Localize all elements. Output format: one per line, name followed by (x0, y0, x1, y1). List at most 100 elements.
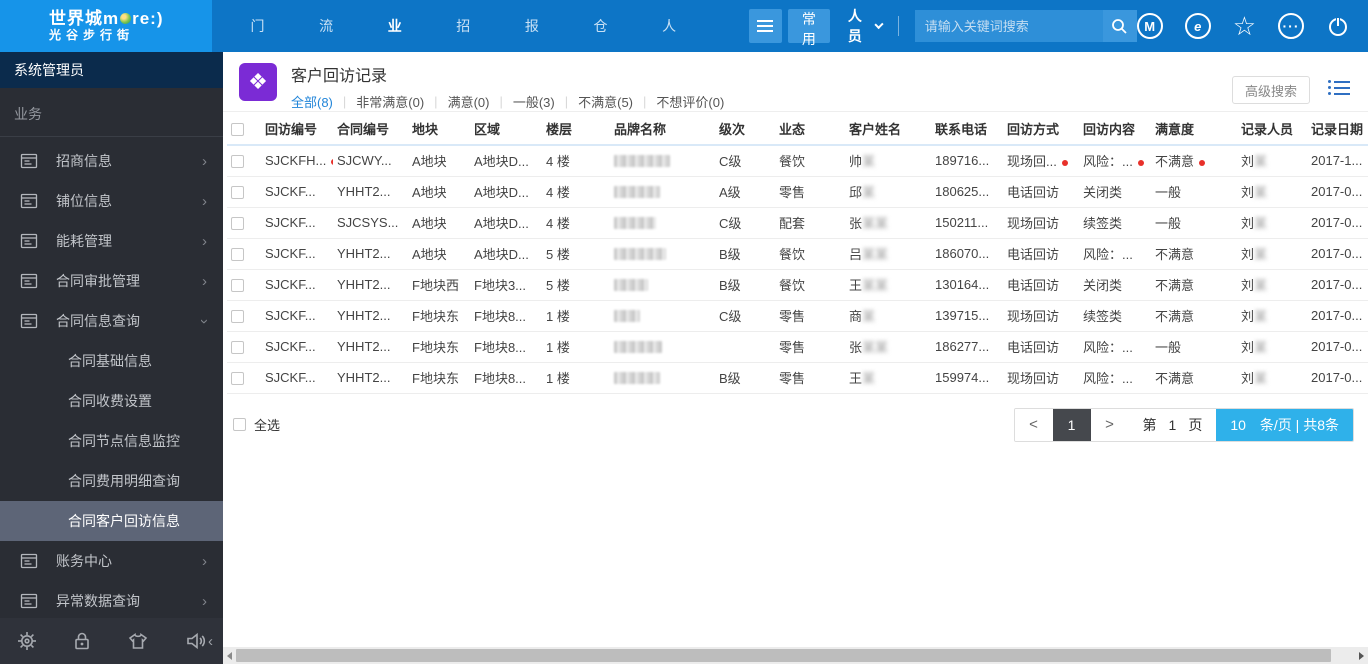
sidebar-item[interactable]: 招商信息 › (0, 141, 223, 181)
cell-customer: 张某某 (845, 207, 931, 239)
sidebar-item[interactable]: 账务中心 › (0, 541, 223, 581)
sidebar-subitem[interactable]: 合同基础信息 (0, 341, 223, 381)
filter-tab[interactable]: 全部(8) (291, 92, 333, 111)
collapse-sidebar-icon[interactable]: ‹ (208, 633, 213, 650)
cell-brand (610, 176, 715, 208)
cell-customer: 张某某 (845, 331, 931, 363)
row-checkbox[interactable] (231, 372, 244, 386)
filter-tab[interactable]: 不想评价(0) (656, 92, 724, 111)
row-checkbox[interactable] (231, 279, 244, 293)
sidebar-item[interactable]: 铺位信息 › (0, 181, 223, 221)
sound-icon[interactable] (184, 630, 208, 652)
sidebar-item-label: 账务中心 (56, 553, 112, 569)
top-menu-item[interactable]: 仓库 (572, 0, 641, 86)
document-icon (20, 313, 38, 329)
cell-phone: 189716... (931, 145, 1003, 177)
masked-text: 某 (862, 309, 876, 324)
chevron-icon: › (202, 272, 207, 290)
sidebar-item[interactable]: 合同审批管理 › (0, 261, 223, 301)
select-all-checkbox[interactable] (233, 418, 246, 431)
sidebar-item[interactable]: 合同信息查询 › (0, 301, 223, 341)
m-badge-icon[interactable]: M (1136, 13, 1163, 39)
filter-tab[interactable]: 一般(3) (513, 92, 555, 111)
sidebar-subitem[interactable]: 合同收费设置 (0, 381, 223, 421)
masked-brand-name (614, 185, 660, 198)
page-size-selector[interactable]: 10 条/页 | 共8条 (1216, 408, 1353, 441)
cell-level (715, 331, 775, 363)
filter-tab[interactable]: 满意(0) (448, 92, 490, 111)
select-all[interactable]: 全选 (233, 415, 280, 434)
masked-text: 某 (862, 371, 876, 386)
header-checkbox[interactable] (231, 122, 244, 136)
column-header: 回访编号 (261, 112, 333, 146)
search-input[interactable] (914, 10, 1103, 42)
person-dropdown[interactable]: 人员 (848, 6, 884, 46)
sidebar-item[interactable]: 能耗管理 › (0, 221, 223, 261)
favorite-star-icon[interactable]: ☆ (1233, 11, 1256, 42)
more-options-icon[interactable]: ··· (1278, 13, 1304, 39)
cell-business: 零售 (775, 300, 845, 332)
advanced-search-button[interactable]: 高级搜索 (1231, 76, 1310, 104)
cell-level: B级 (715, 362, 775, 394)
top-menu-item[interactable]: 人事 (640, 0, 709, 86)
row-checkbox[interactable] (231, 248, 244, 262)
filter-tab[interactable]: 不满意(5) (578, 92, 633, 111)
document-icon (20, 553, 38, 569)
row-checkbox[interactable] (231, 310, 244, 324)
horizontal-scrollbar[interactable] (223, 647, 1368, 664)
top-menu-item[interactable]: 业务 (366, 0, 435, 86)
sidebar-footer: ‹ (0, 618, 223, 664)
cell-visit_method: 电话回访 (1003, 269, 1079, 301)
page-size-value: 10 (1230, 416, 1246, 433)
filter-tab[interactable]: 非常满意(0) (356, 92, 424, 111)
cell-contract_no: YHHT2... (333, 176, 408, 208)
e-message-icon[interactable]: e (1184, 13, 1211, 39)
theme-shirt-icon[interactable] (126, 630, 150, 652)
alert-dot-icon (331, 158, 333, 165)
search-button[interactable] (1102, 10, 1137, 42)
hamburger-menu-button[interactable] (748, 9, 782, 43)
cell-visit_no: SJCKF... (261, 362, 333, 394)
top-menu-item[interactable]: 报表 (503, 0, 572, 86)
power-icon[interactable] (1326, 14, 1350, 38)
sidebar-item[interactable]: 异常数据查询 › (0, 581, 223, 621)
current-page-button[interactable]: 1 (1052, 408, 1091, 441)
cell-plot: A地块 (408, 238, 470, 270)
page-indicator: 第 1 页 (1142, 416, 1203, 433)
sidebar-subitem[interactable]: 合同节点信息监控 (0, 421, 223, 461)
scrollbar-thumb[interactable] (236, 649, 1331, 662)
page-number[interactable]: 1 (1169, 417, 1177, 433)
app-logo[interactable]: 世界城m re:) 光谷步行街 (0, 0, 213, 52)
cell-phone: 150211... (931, 207, 1003, 239)
top-menu-item[interactable]: 流程 (297, 0, 366, 86)
cell-floor: 5 楼 (542, 269, 610, 301)
cell-visit_no: SJCKF... (261, 207, 333, 239)
cell-region: A地块D... (470, 176, 542, 208)
cell-visit_content: 风险：... (1079, 238, 1151, 270)
masked-brand-name (614, 154, 670, 167)
document-icon (20, 233, 38, 249)
top-menu-item[interactable]: 门户 (228, 0, 297, 86)
cell-region: A地块D... (470, 145, 542, 177)
top-menu-item[interactable]: 招采 (434, 0, 503, 86)
quick-access-button[interactable]: 常用 (787, 9, 830, 47)
cell-business: 餐饮 (775, 269, 845, 301)
sidebar-item-label: 能耗管理 (56, 233, 112, 249)
row-checkbox[interactable] (231, 341, 244, 355)
column-header: 品牌名称 (610, 112, 715, 146)
list-view-icon[interactable] (1328, 80, 1350, 98)
next-page-button[interactable]: > (1090, 408, 1129, 441)
cell-satisfaction: 一般 (1151, 331, 1237, 363)
row-checkbox[interactable] (231, 217, 244, 231)
cell-satisfaction: 不满意 (1151, 300, 1237, 332)
row-checkbox[interactable] (231, 155, 244, 169)
sidebar-subitem[interactable]: 合同客户回访信息 (0, 501, 223, 541)
settings-gear-icon[interactable] (16, 630, 38, 652)
prev-page-button[interactable]: < (1014, 408, 1053, 441)
cell-recorder: 刘某 (1237, 176, 1307, 208)
scroll-left-icon[interactable] (227, 651, 232, 660)
row-checkbox[interactable] (231, 186, 244, 200)
scroll-right-icon[interactable] (1359, 651, 1364, 660)
sidebar-subitem[interactable]: 合同费用明细查询 (0, 461, 223, 501)
lock-icon[interactable] (72, 630, 92, 652)
